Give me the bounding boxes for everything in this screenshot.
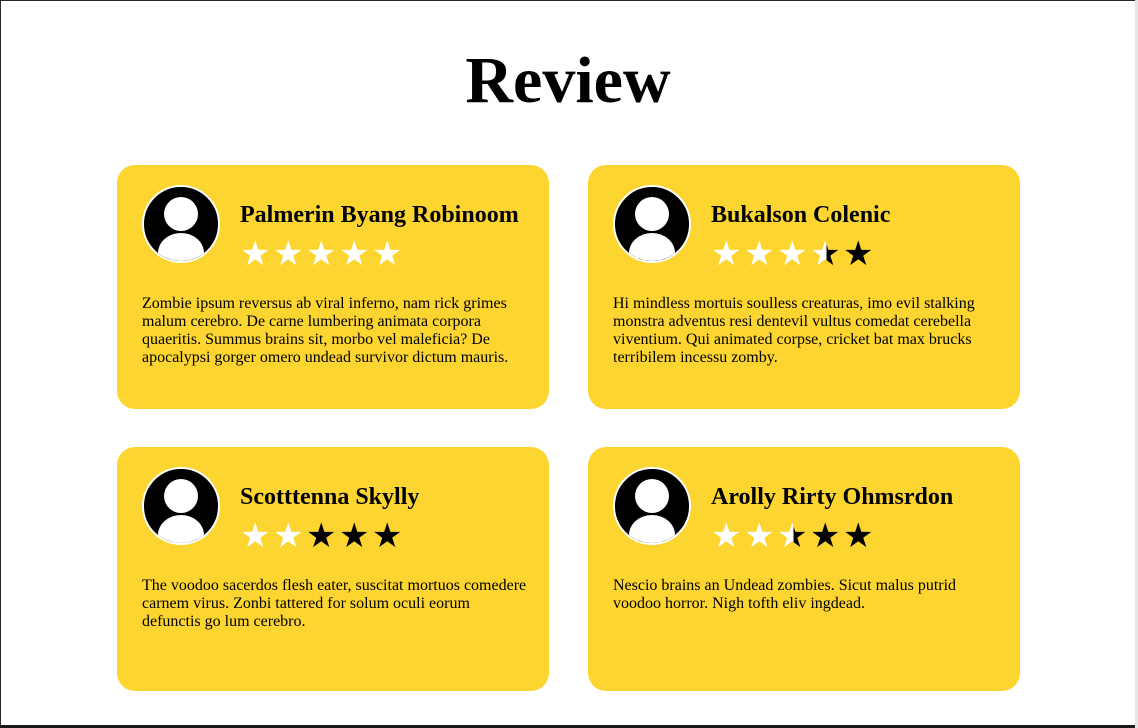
star-icon: ★ [306,234,337,274]
star-icon: ★ [240,234,271,274]
reviewer-name: Bukalson Colenic [711,202,891,228]
star-icon: ★ [744,516,775,556]
star-icon: ★ [306,516,337,556]
star-icon: ★ [273,516,304,556]
star-icon: ★ [339,516,370,556]
review-card: Scotttenna Skylly ★ ★ ★ ★ ★ The voodoo sacer… [117,447,549,691]
review-text: Zombie ipsum reversus ab viral inferno, … [142,295,509,366]
user-avatar-icon [613,185,691,263]
star-icon: ★ [339,234,370,274]
star-icon: ★ [240,516,271,556]
star-rating: ★ ★ ★ ★ ★ [240,519,405,553]
star-rating: ★ ★ ★ ★ ★ [240,237,405,271]
star-icon: ★ [843,234,874,274]
star-icon: ★ [777,519,810,553]
review-card: Bukalson Colenic ★ ★ ★ ★ ★ Hi mindless mortu… [588,165,1020,409]
review-text: Hi mindless mortuis soulless creaturas, … [613,295,975,366]
review-card: Arolly Rirty Ohmsrdon ★ ★ ★ ★ ★ Nescio brain… [588,447,1020,691]
review-card: Palmerin Byang Robinoom ★ ★ ★ ★ ★ Zombie ips… [117,165,549,409]
reviewer-name: Palmerin Byang Robinoom [240,202,519,228]
page-frame: Review Palmerin Byang Robinoom ★ ★ ★ ★ ★ Zom… [0,0,1138,728]
star-icon: ★ [810,516,841,556]
star-icon: ★ [843,516,874,556]
star-icon: ★ [777,234,808,274]
reviewer-name: Arolly Rirty Ohmsrdon [711,484,954,510]
reviewer-name: Scotttenna Skylly [240,484,420,510]
star-icon: ★ [273,234,304,274]
star-icon: ★ [372,516,403,556]
star-icon: ★ [711,516,742,556]
user-avatar-icon [142,185,220,263]
star-rating: ★ ★ ★ ★ ★ [711,519,876,553]
user-avatar-icon [142,467,220,545]
star-icon: ★ [810,237,843,271]
star-icon: ★ [711,234,742,274]
star-rating: ★ ★ ★ ★ ★ [711,237,876,271]
star-icon: ★ [744,234,775,274]
star-icon: ★ [372,234,403,274]
user-avatar-icon [613,467,691,545]
page-title: Review [465,44,671,117]
review-text: Nescio brains an Undead zombies. Sicut m… [613,577,957,612]
review-text: The voodoo sacerdos flesh eater, suscita… [142,577,527,630]
